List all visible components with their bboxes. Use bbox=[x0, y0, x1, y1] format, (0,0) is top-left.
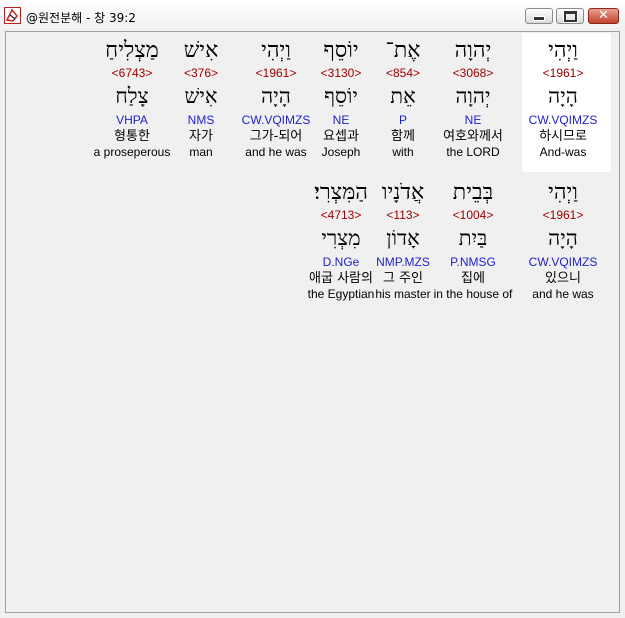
root-word: מִצְרִי bbox=[321, 226, 361, 250]
hebrew-word: וַיְהִי bbox=[548, 38, 578, 63]
word-cell[interactable]: וַיְהִי <1961> הָיָה CW.VQIMZS 있으니 and he was bbox=[513, 178, 613, 302]
window-title: @원전분해 - 창 39:2 bbox=[26, 11, 136, 25]
word-cell[interactable]: הַמִּצְרִי׃ <4713> מִצְרִי D.NGe 애굽 사람의 the E… bbox=[291, 178, 391, 302]
root-word: הָיָה bbox=[548, 84, 578, 108]
parsing-code: VHPA bbox=[116, 113, 148, 127]
strong-number: <4713> bbox=[320, 208, 362, 222]
english-gloss: a proseperous bbox=[93, 145, 171, 159]
root-word: צָלַח bbox=[115, 84, 149, 108]
maximize-icon bbox=[563, 10, 577, 22]
root-word: הָיָה bbox=[548, 226, 578, 250]
english-gloss: and he was bbox=[532, 287, 594, 301]
parsing-code: D.NGe bbox=[322, 255, 360, 269]
app-logo-icon bbox=[4, 7, 21, 24]
korean-gloss: 애굽 사람의 bbox=[309, 271, 373, 286]
korean-gloss: 하시므로 bbox=[539, 129, 587, 144]
strong-number: <6743> bbox=[111, 66, 153, 80]
korean-gloss: 형통한 bbox=[114, 129, 150, 144]
minimize-icon bbox=[533, 15, 545, 21]
close-icon: ✕ bbox=[598, 8, 609, 23]
app-window: @원전분해 - 창 39:2 ✕ וַיְהִי <1961> הָיָה CW.VQ… bbox=[0, 0, 625, 618]
parsing-code: CW.VQIMZS bbox=[528, 113, 598, 127]
verse-analysis-panel: וַיְהִי <1961> הָיָה CW.VQIMZS 하시므로 And-was יְ… bbox=[5, 31, 620, 613]
minimize-button[interactable] bbox=[525, 8, 553, 24]
title-bar[interactable]: @원전분해 - 창 39:2 ✕ bbox=[0, 0, 625, 31]
strong-number: <1961> bbox=[542, 208, 584, 222]
close-button[interactable]: ✕ bbox=[588, 8, 619, 24]
parsing-code: CW.VQIMZS bbox=[528, 255, 598, 269]
english-gloss: And-was bbox=[539, 145, 587, 159]
hebrew-word: וַיְהִי bbox=[548, 180, 578, 205]
strong-number: <1961> bbox=[542, 66, 584, 80]
word-cell[interactable]: וַיְהִי <1961> הָיָה CW.VQIMZS 하시므로 And-was bbox=[513, 36, 613, 160]
maximize-button[interactable] bbox=[556, 8, 584, 24]
hebrew-word: הַמִּצְרִי׃ bbox=[314, 180, 368, 205]
korean-gloss: 있으니 bbox=[545, 271, 581, 286]
english-gloss: the Egyptian bbox=[307, 287, 375, 301]
word-cell[interactable]: מַצְלִיחַ <6743> צָלַח VHPA 형통한 a proseperous bbox=[82, 36, 182, 160]
hebrew-word: מַצְלִיחַ bbox=[105, 38, 159, 63]
